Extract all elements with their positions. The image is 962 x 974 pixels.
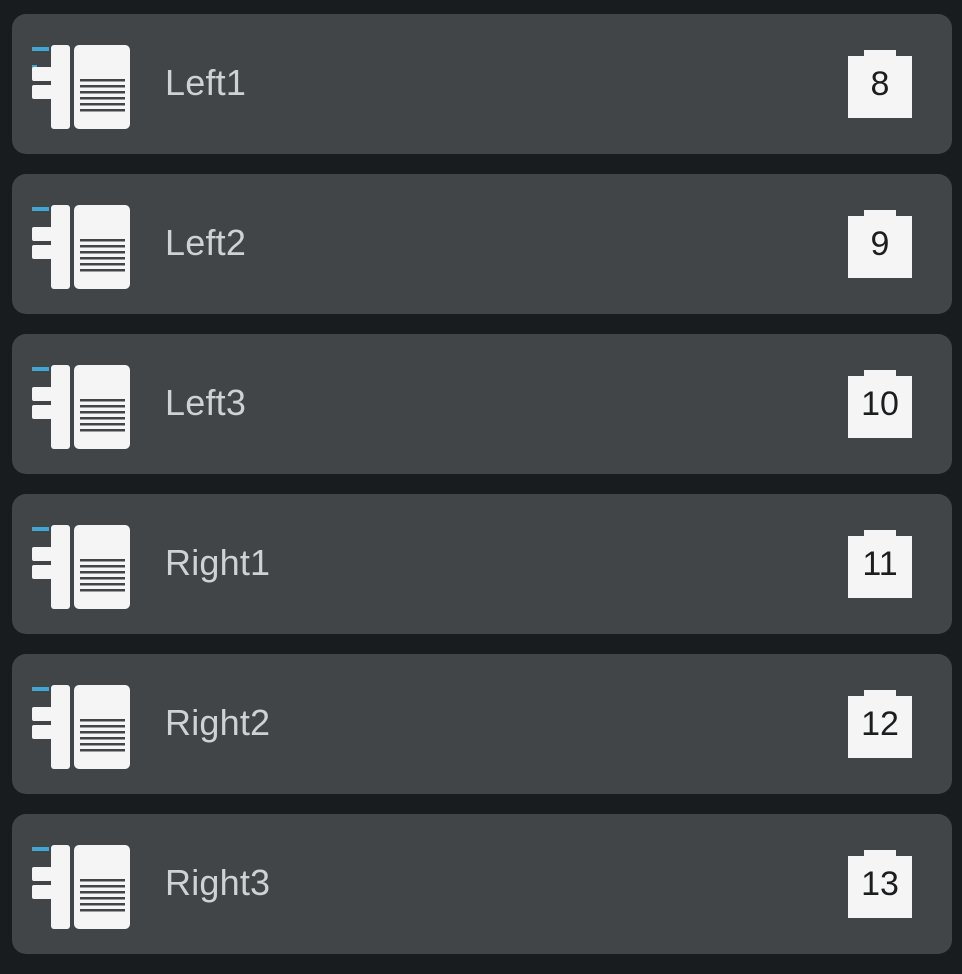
- port-number: 11: [862, 545, 898, 583]
- list-item-label: Left1: [165, 62, 247, 103]
- list-item-label: Left2: [165, 222, 247, 263]
- panel-module-icon: [31, 205, 131, 289]
- port-badge-icon: 8: [848, 50, 912, 118]
- port-number: 12: [861, 705, 899, 743]
- list-item-label: Right2: [165, 702, 271, 743]
- list-item-left1[interactable]: Left1 8: [12, 14, 952, 154]
- port-badge-icon: 9: [848, 210, 912, 278]
- device-list: Left1 8 Left2 9 Left3 10 Right1 11 Right…: [12, 14, 952, 974]
- panel-module-icon: [31, 685, 131, 769]
- port-number: 13: [861, 865, 899, 903]
- port-badge-icon: 11: [848, 530, 912, 598]
- list-item-left3[interactable]: Left3 10: [12, 334, 952, 474]
- list-item-left2[interactable]: Left2 9: [12, 174, 952, 314]
- port-number: 8: [870, 65, 890, 103]
- panel-module-icon: [31, 45, 131, 129]
- panel-module-icon: [31, 365, 131, 449]
- list-item-label: Right1: [165, 542, 271, 583]
- panel-module-icon: [31, 525, 131, 609]
- list-item-label: Right3: [165, 862, 271, 903]
- list-item-right3[interactable]: Right3 13: [12, 814, 952, 954]
- port-badge-icon: 12: [848, 690, 912, 758]
- port-badge-icon: 10: [848, 370, 912, 438]
- list-item-right1[interactable]: Right1 11: [12, 494, 952, 634]
- list-item-right2[interactable]: Right2 12: [12, 654, 952, 794]
- port-badge-icon: 13: [848, 850, 912, 918]
- port-number: 9: [870, 225, 890, 263]
- panel-module-icon: [31, 845, 131, 929]
- port-number: 10: [861, 385, 899, 423]
- list-item-label: Left3: [165, 382, 247, 423]
